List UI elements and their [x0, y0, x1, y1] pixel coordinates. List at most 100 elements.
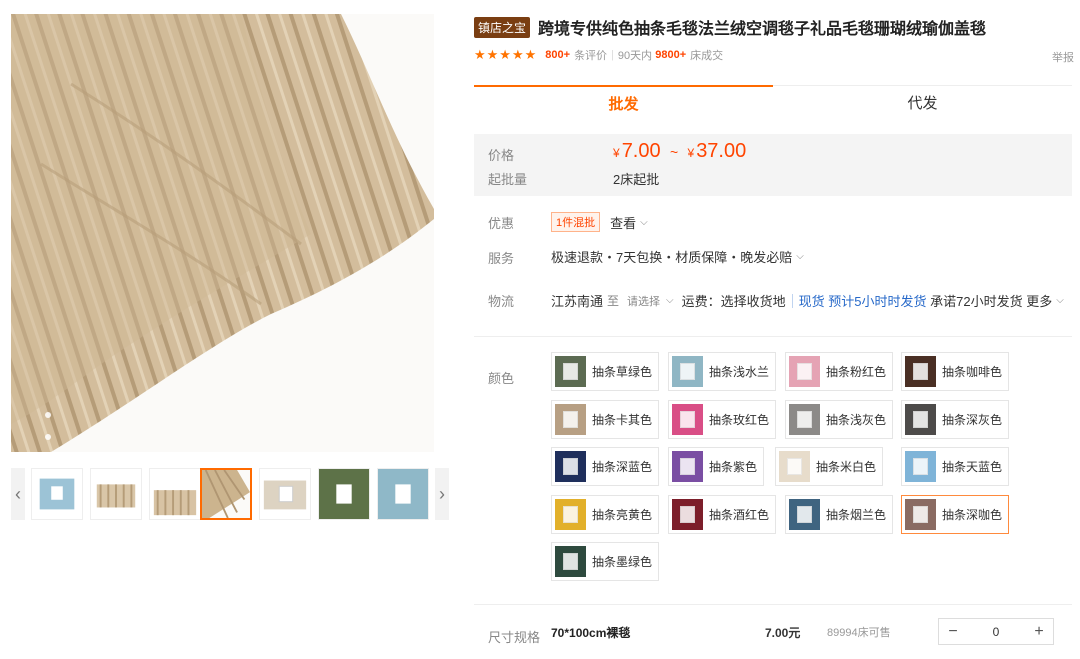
color-swatch-image: [555, 498, 586, 530]
color-swatch-image: [555, 403, 586, 435]
color-swatch-image: [789, 403, 820, 435]
color-option-label: 抽条深灰色: [942, 412, 1003, 427]
chevron-down-icon[interactable]: ⌵: [640, 217, 648, 228]
price-range: ¥7.00 ~ ¥37.00: [613, 140, 746, 163]
thumbnail-1[interactable]: [31, 468, 83, 520]
rating-stars-icon: ★★★★★: [474, 47, 538, 62]
service-row[interactable]: 极速退款・7天包换・材质保障・晚发必赔 ⌵: [551, 247, 804, 266]
color-swatch-image: [789, 356, 820, 387]
chevron-down-icon[interactable]: ⌵: [666, 295, 674, 306]
shop-badge: 镇店之宝: [474, 16, 531, 38]
color-swatch-image: [672, 356, 703, 387]
color-option-label: 抽条浅灰色: [826, 412, 887, 427]
color-label: 颜色: [488, 371, 515, 386]
stock-status: 现货: [798, 294, 825, 309]
color-option[interactable]: 抽条米白色: [775, 447, 884, 486]
color-option[interactable]: 抽条深灰色: [901, 399, 1010, 439]
price-tilde: ~: [669, 144, 679, 160]
color-option[interactable]: 抽条玫红色: [668, 399, 777, 439]
color-option[interactable]: 抽条咖啡色: [901, 352, 1010, 391]
quantity-input[interactable]: [967, 624, 1025, 639]
minus-icon[interactable]: −: [939, 623, 967, 641]
sold-label: 床成交: [690, 50, 724, 62]
thumbnail-4[interactable]: [200, 468, 252, 520]
color-option[interactable]: 抽条亮黄色: [551, 494, 660, 534]
price-label: 价格: [488, 148, 515, 163]
section-divider: [474, 336, 1072, 337]
quantity-stepper: − +: [938, 618, 1054, 645]
color-option-label: 抽条草绿色: [592, 365, 653, 379]
service-value: 极速退款・7天包换・材质保障・晚发必赔: [551, 250, 793, 265]
purchase-mode-tabs: 批发 代发: [474, 85, 1072, 123]
color-swatch-image: [789, 498, 820, 530]
product-meta: ★★★★★ 800+ 条评价 | 90天内 9800+ 床成交 举报: [474, 45, 1074, 65]
review-count[interactable]: 800+: [545, 49, 570, 61]
to-label: 至: [607, 294, 620, 308]
color-option-label: 抽条深咖色: [942, 507, 1003, 522]
color-option[interactable]: 抽条烟兰色: [785, 494, 894, 534]
color-option[interactable]: 抽条卡其色: [551, 399, 660, 439]
tab-wholesale[interactable]: 批发: [474, 85, 773, 123]
stock-count: 89994床可售: [827, 627, 891, 639]
discount-view-link[interactable]: 查看: [610, 213, 636, 232]
color-option-label: 抽条亮黄色: [592, 507, 653, 522]
color-option[interactable]: 抽条浅灰色: [785, 399, 894, 439]
thumbnail-strip: ‹ ›: [11, 466, 449, 522]
currency-symbol: ¥: [687, 146, 695, 160]
color-option-label: 抽条玫红色: [709, 412, 770, 427]
color-option[interactable]: 抽条紫色: [668, 447, 765, 486]
meta-separator: |: [611, 49, 614, 61]
color-option-label: 抽条米白色: [816, 460, 877, 474]
color-option[interactable]: 抽条浅水兰: [668, 352, 777, 391]
chevron-down-icon[interactable]: ⌵: [1056, 295, 1064, 306]
color-option-label: 抽条浅水兰: [709, 365, 770, 379]
main-product-image[interactable]: [11, 14, 434, 452]
fleece-blanket-image: [11, 14, 434, 452]
thumbnail-2[interactable]: [90, 468, 142, 520]
color-swatch-image: [672, 403, 703, 435]
color-swatch-image: [905, 356, 936, 387]
color-swatch-image: [555, 356, 586, 387]
color-swatch-image: [905, 498, 936, 530]
color-option-label: 抽条深蓝色: [592, 460, 653, 474]
chevron-right-icon[interactable]: ›: [435, 468, 449, 520]
color-option[interactable]: 抽条粉红色: [785, 352, 894, 391]
price-min: 7.00: [621, 140, 661, 162]
freight-text: 运费：选择收货地: [681, 294, 786, 309]
logistics-divider: [791, 293, 793, 308]
ship-estimate: 预计5小时时发货: [828, 294, 927, 309]
color-option[interactable]: 抽条深咖色: [901, 494, 1010, 534]
color-swatch-image: [905, 403, 936, 435]
report-link[interactable]: 举报: [1052, 49, 1074, 65]
mixed-batch-tag: 1件混批: [551, 212, 601, 232]
color-swatch-image: [672, 451, 703, 482]
discount-label: 优惠: [488, 216, 515, 231]
color-option[interactable]: 抽条草绿色: [551, 352, 660, 391]
color-swatch-image: [779, 451, 810, 482]
product-title: 跨境专供纯色抽条毛毯法兰绒空调毯子礼品毛毯珊瑚绒瑜伽盖毯: [538, 21, 987, 38]
thumbnail-3[interactable]: [149, 468, 201, 520]
logistics-label: 物流: [488, 294, 515, 309]
size-label: 尺寸规格: [488, 630, 541, 645]
destination-select[interactable]: 请选择: [627, 293, 660, 309]
more-options-link[interactable]: 更多: [1026, 291, 1052, 310]
tab-dropship[interactable]: 代发: [773, 85, 1072, 123]
thumbnail-6[interactable]: [318, 468, 370, 520]
product-title-row: 镇店之宝 跨境专供纯色抽条毛毯法兰绒空调毯子礼品毛毯珊瑚绒瑜伽盖毯: [474, 14, 1074, 40]
thumbnail-7[interactable]: [377, 468, 429, 520]
color-option-label: 抽条酒红色: [709, 507, 770, 522]
logistics-row: 江苏南通 至 请选择 ⌵ 运费：选择收货地 现货 预计5小时时发货 承诺72小时…: [551, 291, 1064, 310]
thumbnail-5[interactable]: [259, 468, 311, 520]
color-option[interactable]: 抽条酒红色: [668, 494, 777, 534]
chevron-left-icon[interactable]: ‹: [11, 468, 25, 520]
size-spec: 70*100cm裸毯: [551, 626, 631, 640]
color-option[interactable]: 抽条墨绿色: [551, 542, 660, 581]
color-option[interactable]: 抽条深蓝色: [551, 447, 660, 486]
color-swatch-image: [555, 451, 586, 482]
chevron-down-icon[interactable]: ⌵: [796, 251, 804, 262]
color-option[interactable]: 抽条天蓝色: [901, 447, 1010, 486]
color-swatch-image: [555, 546, 586, 577]
color-option-label: 抽条烟兰色: [826, 507, 887, 522]
color-option-label: 抽条墨绿色: [592, 555, 653, 569]
plus-icon[interactable]: +: [1025, 623, 1053, 641]
